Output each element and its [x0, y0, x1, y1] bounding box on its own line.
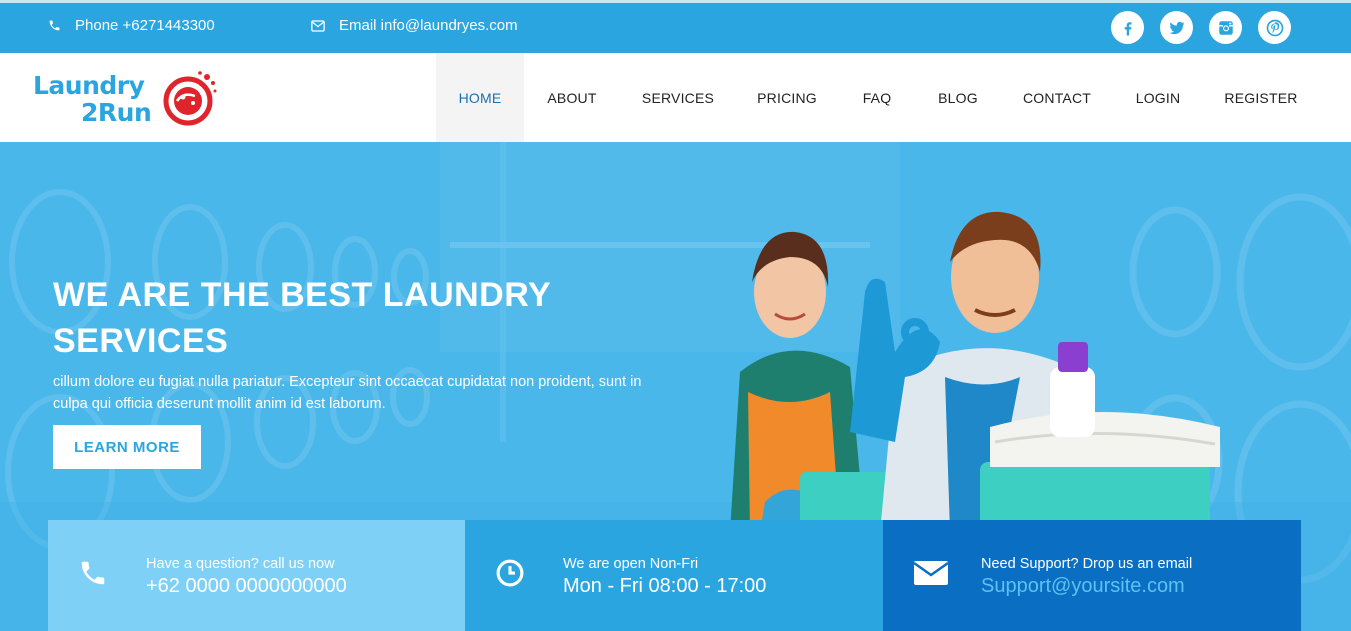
- nav-login[interactable]: LOGIN: [1114, 53, 1202, 142]
- nav-services[interactable]: SERVICES: [620, 53, 736, 142]
- phone-icon: [49, 20, 60, 31]
- hero-text: cillum dolore eu fugiat nulla pariatur. …: [53, 374, 642, 412]
- envelope-icon: [311, 19, 325, 32]
- info-box-phone: Have a question? call us now +62 0000 00…: [48, 520, 465, 631]
- nav-blog[interactable]: BLOG: [916, 53, 1000, 142]
- top-phone[interactable]: Phone +6271443300: [48, 17, 215, 34]
- facebook-icon[interactable]: [1111, 11, 1144, 44]
- info-hours-label: We are open Non-Fri: [563, 556, 699, 572]
- phone-icon: [81, 561, 105, 585]
- main-nav: HOME ABOUT SERVICES PRICING FAQ BLOG CON…: [436, 53, 1320, 142]
- logo-line1: Laundry: [33, 71, 145, 100]
- learn-more-button[interactable]: LEARN MORE: [53, 425, 201, 469]
- nav-faq[interactable]: FAQ: [838, 53, 916, 142]
- instagram-icon[interactable]: [1209, 11, 1242, 44]
- info-phone-label: Have a question? call us now: [146, 556, 335, 572]
- info-email-label: Need Support? Drop us an email: [981, 556, 1193, 572]
- info-phone-value[interactable]: +62 0000 0000000000: [146, 575, 347, 598]
- logo-line2: 2Run: [81, 98, 152, 127]
- nav-register[interactable]: REGISTER: [1202, 53, 1320, 142]
- info-box-email: Need Support? Drop us an email Support@y…: [883, 520, 1301, 631]
- nav-about[interactable]: ABOUT: [524, 53, 620, 142]
- navbar: Laundry 2Run HOME ABOUT SERVICES PRICING…: [0, 53, 1351, 142]
- clock-icon: [496, 559, 524, 587]
- info-email-value[interactable]: Support@yoursite.com: [981, 575, 1185, 598]
- social-links: [1111, 11, 1291, 44]
- email-text: Email info@laundryes.com: [339, 17, 518, 34]
- laundry-workers-image: [730, 211, 1220, 532]
- pinterest-icon[interactable]: [1258, 11, 1291, 44]
- info-box-hours: We are open Non-Fri Mon - Fri 08:00 - 17…: [465, 520, 883, 631]
- nav-contact[interactable]: CONTACT: [1000, 53, 1114, 142]
- logo[interactable]: Laundry 2Run: [33, 67, 223, 129]
- top-bar: Phone +6271443300 Email info@laundryes.c…: [0, 0, 1351, 53]
- envelope-icon: [913, 561, 949, 585]
- info-hours-value: Mon - Fri 08:00 - 17:00: [563, 575, 767, 597]
- nav-pricing[interactable]: PRICING: [736, 53, 838, 142]
- nav-home[interactable]: HOME: [436, 53, 524, 142]
- twitter-icon[interactable]: [1160, 11, 1193, 44]
- hero-title: WE ARE THE BEST LAUNDRY SERVICES: [53, 276, 551, 360]
- phone-text: Phone +6271443300: [75, 17, 215, 34]
- washing-machine-logo-icon: [163, 71, 217, 126]
- top-email[interactable]: Email info@laundryes.com: [311, 17, 518, 34]
